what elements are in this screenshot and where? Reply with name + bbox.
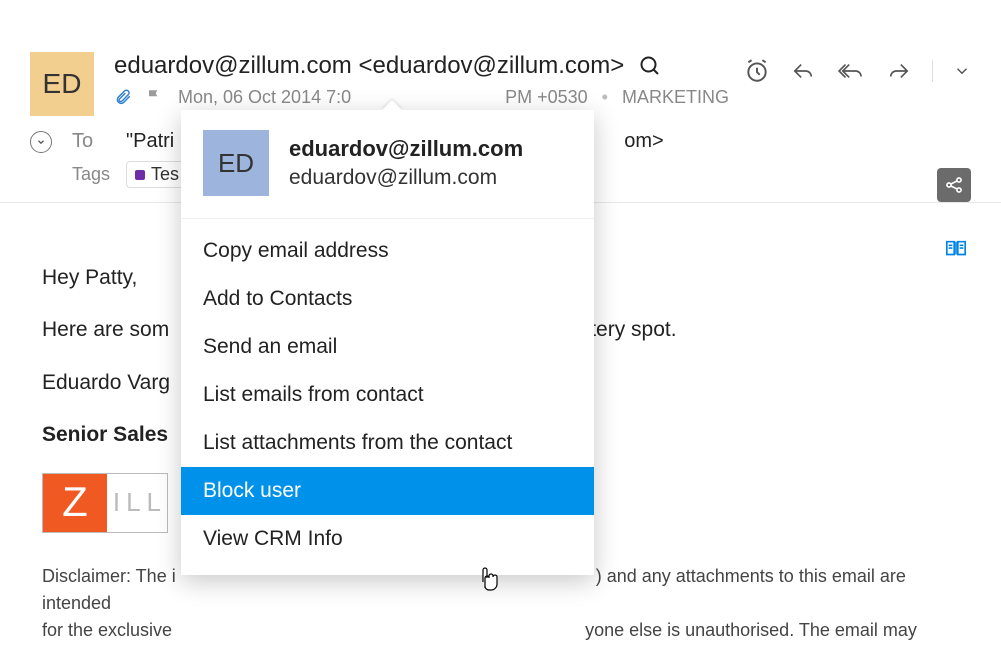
expand-recipients-icon[interactable] [30,131,52,153]
disclaimer-l2-prefix: for the exclusive [42,620,177,640]
to-value[interactable]: "Patri [126,130,174,153]
email-toolbar [744,58,971,84]
disclaimer: Disclaimer: The i) and any attachments t… [42,563,959,648]
disclaimer-prefix: Disclaimer: The i [42,566,176,586]
email-category: MARKETING [622,87,729,108]
to-label: To [72,130,126,153]
bullet-separator: • [602,87,608,108]
popover-contact-name: eduardov@zillum.com [289,136,523,162]
email-header: ED eduardov@zillum.com <eduardov@zillum.… [0,0,1001,116]
toolbar-divider [932,60,933,82]
tag-color-dot [135,170,145,180]
menu-list-emails[interactable]: List emails from contact [181,371,594,419]
meta-line: Mon, 06 Oct 2014 7:0 PM +0530 PM +0530 •… [114,86,971,108]
logo-letter: Z [43,474,107,532]
company-logo: Z ILL [42,473,168,533]
popover-contact-email: eduardov@zillum.com [289,166,523,190]
reader-view-icon[interactable] [943,238,969,260]
share-button[interactable] [937,168,971,202]
popover-menu: Copy email address Add to Contacts Send … [181,219,594,575]
menu-copy-email[interactable]: Copy email address [181,227,594,275]
tags-label: Tags [72,164,126,185]
search-icon[interactable] [636,52,664,80]
menu-view-crm[interactable]: View CRM Info [181,515,594,563]
tag-chip[interactable]: Tes [126,161,188,188]
popover-header: ED eduardov@zillum.com eduardov@zillum.c… [181,110,594,219]
attachment-icon[interactable] [114,86,132,108]
logo-rest: ILL [107,484,167,522]
body-line1-prefix: Here are som [42,318,169,341]
menu-add-contact[interactable]: Add to Contacts [181,275,594,323]
to-value-suffix: om> [624,130,663,153]
menu-block-user[interactable]: Block user [181,467,594,515]
email-date-tz: PM +0530 [505,87,588,108]
contact-popover: ED eduardov@zillum.com eduardov@zillum.c… [181,110,594,575]
from-address[interactable]: eduardov@zillum.com <eduardov@zillum.com… [114,52,624,80]
more-icon[interactable] [953,62,971,80]
popover-avatar: ED [203,130,269,196]
sender-avatar[interactable]: ED [30,52,94,116]
reply-icon[interactable] [790,60,816,82]
flag-icon[interactable] [146,87,164,107]
tag-label: Tes [151,164,179,185]
reply-all-icon[interactable] [836,60,866,82]
forward-icon[interactable] [886,60,912,82]
snooze-icon[interactable] [744,58,770,84]
menu-list-attachments[interactable]: List attachments from the contact [181,419,594,467]
email-date: Mon, 06 Oct 2014 7:0 [178,87,351,108]
menu-send-email[interactable]: Send an email [181,323,594,371]
